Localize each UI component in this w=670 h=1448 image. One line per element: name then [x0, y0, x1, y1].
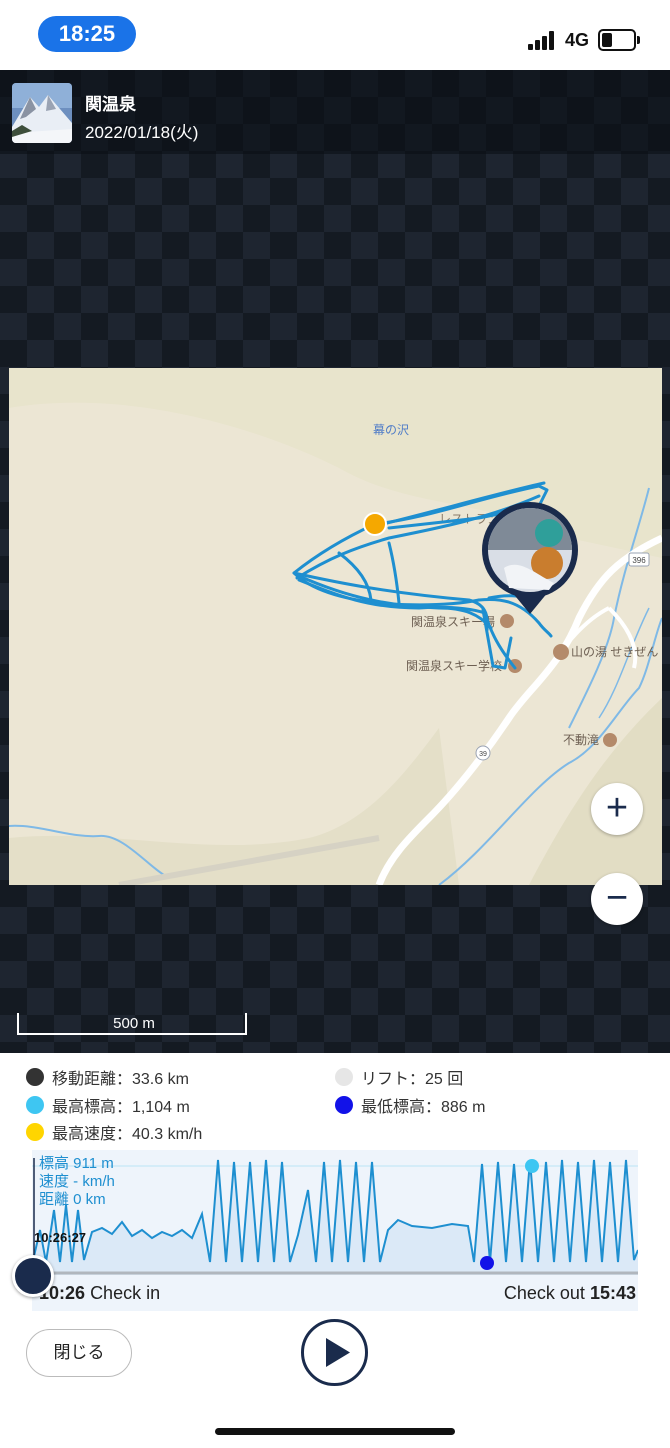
- lift-stat: リフト：25 回: [335, 1065, 463, 1089]
- timeline-row: 10:26 Check in Check out 15:43: [32, 1275, 638, 1311]
- zoom-out-button[interactable]: −: [591, 873, 643, 925]
- min-altitude-stat: 最低標高：886 m: [335, 1093, 485, 1117]
- map-scale: 500 m: [17, 1013, 247, 1035]
- scale-label: 500 m: [113, 1015, 155, 1032]
- distance-dot-icon: [26, 1068, 44, 1086]
- battery-icon: [598, 29, 640, 51]
- location-thumbnail: [12, 83, 72, 143]
- altitude-readout: 標高 911 m: [39, 1155, 114, 1172]
- start-marker: [363, 512, 387, 536]
- status-time: 18:25: [38, 16, 136, 52]
- network-label: 4G: [565, 30, 590, 50]
- ski-area-label: 関温泉スキー場: [411, 615, 495, 629]
- checkin: 10:26 Check in: [39, 1283, 160, 1304]
- distance-readout: 距離 0 km: [39, 1191, 106, 1208]
- close-button[interactable]: 閉じる: [26, 1329, 132, 1377]
- play-icon: [326, 1338, 350, 1367]
- play-button[interactable]: [301, 1319, 368, 1386]
- onsen-label: 山の湯 せきぜん: [571, 645, 658, 659]
- timeline-slider-handle[interactable]: [12, 1255, 54, 1297]
- waterfall-label: 不動滝: [563, 733, 599, 747]
- altitude-profile-chart[interactable]: 標高 911 m 速度 - km/h 距離 0 km 10:26:27: [32, 1150, 638, 1275]
- map-image[interactable]: 396 39 幕の沢 レストラン 関温泉スキー場 関温泉スキー学校 山の湯 せき…: [9, 368, 662, 885]
- map-view: 関温泉 2022/01/18(火) 396 39 幕の沢 レストラン 関温泉スキ…: [0, 70, 670, 1053]
- max-altitude-dot-icon: [26, 1096, 44, 1114]
- lift-dot-icon: [335, 1068, 353, 1086]
- cursor-time: 10:26:27: [34, 1230, 87, 1245]
- checkout-label: Check out: [503, 1283, 585, 1303]
- max-altitude-stat: 最高標高：1,104 m: [26, 1093, 190, 1117]
- max-speed-dot-icon: [26, 1123, 44, 1141]
- zoom-in-button[interactable]: +: [591, 783, 643, 835]
- max-altitude-marker: [525, 1159, 539, 1173]
- stats-panel: 移動距離：33.6 km リフト：25 回 最高標高：1,104 m 最低標高：…: [0, 1053, 670, 1148]
- profile-readout: 標高 911 m 速度 - km/h 距離 0 km: [39, 1155, 115, 1209]
- status-bar: 18:25 4G: [0, 0, 670, 70]
- route-396-label: 396: [632, 556, 646, 565]
- checkin-label: Check in: [90, 1283, 161, 1303]
- min-altitude-marker: [480, 1256, 494, 1270]
- signal-icon: [528, 30, 558, 50]
- max-speed-stat: 最高速度：40.3 km/h: [26, 1120, 202, 1144]
- min-altitude-dot-icon: [335, 1096, 353, 1114]
- ski-school-label: 関温泉スキー学校: [406, 658, 502, 673]
- checkout-time: 15:43: [589, 1283, 636, 1303]
- checkout: Check out 15:43: [504, 1283, 636, 1304]
- speed-readout: 速度 - km/h: [39, 1173, 115, 1190]
- home-indicator: [215, 1428, 455, 1435]
- area-label: 幕の沢: [373, 423, 409, 437]
- location-name: 関温泉: [85, 95, 136, 114]
- route-39-label: 39: [479, 751, 487, 758]
- activity-date: 2022/01/18(火): [85, 123, 199, 142]
- activity-header: 関温泉 2022/01/18(火): [0, 70, 670, 154]
- distance-stat: 移動距離：33.6 km: [26, 1065, 189, 1089]
